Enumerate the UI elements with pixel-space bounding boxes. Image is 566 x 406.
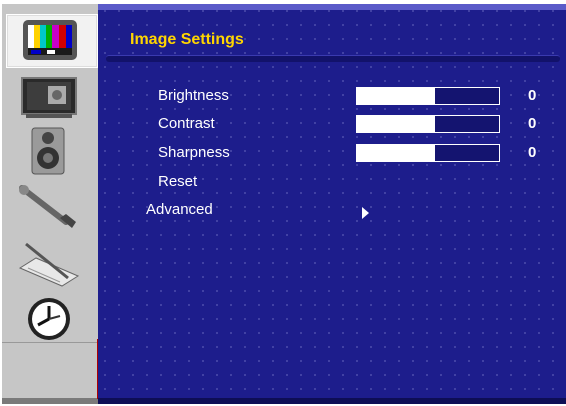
tv-color-bars-icon bbox=[23, 20, 77, 60]
brightness-label[interactable]: Brightness bbox=[158, 87, 229, 104]
contrast-value: 0 bbox=[528, 115, 537, 132]
sharpness-label[interactable]: Sharpness bbox=[158, 144, 230, 161]
title-bar: Image Settings bbox=[106, 26, 560, 62]
osd-menu: Image Settings Brightness 0 Contrast 0 S… bbox=[2, 4, 566, 404]
brightness-slider-fill bbox=[357, 88, 436, 104]
content-panel: Image Settings Brightness 0 Contrast 0 S… bbox=[98, 4, 566, 404]
sharpness-slider-fill bbox=[357, 145, 436, 161]
sharpness-value: 0 bbox=[528, 144, 537, 161]
sidebar-item-display[interactable] bbox=[6, 70, 96, 122]
submenu-arrow-icon[interactable] bbox=[362, 207, 369, 219]
sidebar-item-timer[interactable] bbox=[6, 292, 96, 344]
pen-paper-icon bbox=[18, 242, 80, 287]
wrench-icon bbox=[19, 185, 76, 228]
sidebar-item-audio[interactable] bbox=[6, 124, 96, 176]
sidebar-bottom-strip bbox=[2, 398, 98, 404]
title-rule bbox=[106, 55, 560, 62]
sidebar-empty-slot bbox=[2, 342, 98, 399]
clock-icon bbox=[28, 298, 70, 340]
contrast-slider-fill bbox=[357, 116, 436, 132]
contrast-label[interactable]: Contrast bbox=[158, 115, 215, 132]
bottom-border bbox=[98, 398, 566, 404]
sharpness-slider[interactable] bbox=[356, 144, 500, 162]
monitor-picture-icon bbox=[21, 77, 77, 118]
brightness-value: 0 bbox=[528, 87, 537, 104]
contrast-slider[interactable] bbox=[356, 115, 500, 133]
sidebar bbox=[2, 4, 98, 404]
top-border bbox=[98, 4, 566, 10]
sidebar-item-image-settings[interactable] bbox=[6, 14, 98, 68]
sidebar-item-tools[interactable] bbox=[6, 180, 96, 232]
sidebar-item-setup[interactable] bbox=[6, 236, 96, 288]
brightness-slider[interactable] bbox=[356, 87, 500, 105]
page-title: Image Settings bbox=[130, 31, 244, 48]
speaker-icon bbox=[31, 127, 65, 175]
advanced-item[interactable]: Advanced bbox=[146, 201, 213, 218]
reset-item[interactable]: Reset bbox=[158, 173, 197, 190]
